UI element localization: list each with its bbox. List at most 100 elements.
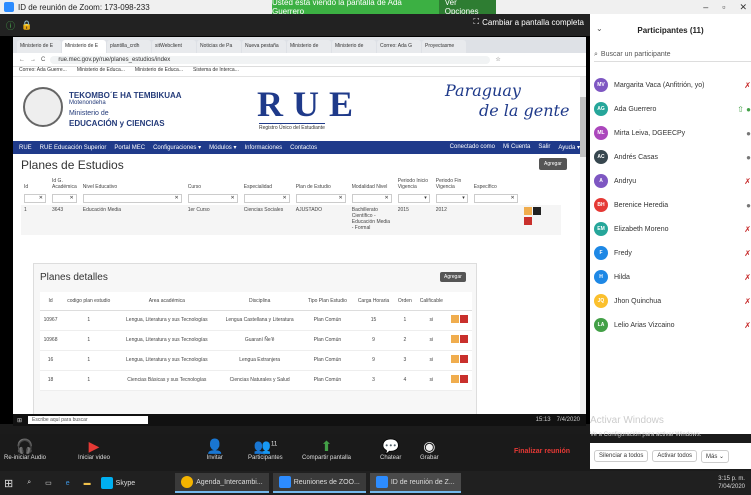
browser-tab[interactable]: Proyectasme [422, 40, 466, 53]
browser-tab[interactable]: Noticias de Pa [197, 40, 241, 53]
filter-input[interactable]: ▾ [435, 194, 468, 203]
browser-tab-active[interactable]: Ministerio de E [62, 40, 106, 53]
search-icon[interactable]: ⌕ [27, 479, 31, 487]
my-account-link[interactable]: Mi Cuenta [503, 144, 530, 151]
bookmark[interactable]: Correo: Ada Guerre... [19, 67, 67, 76]
participant-row[interactable]: MV Margarita Vaca (Anfitrión, yo) ✗ [594, 74, 751, 96]
back-icon[interactable]: ← [19, 57, 25, 63]
info-icon[interactable]: ⓘ [6, 19, 15, 32]
edit-icon[interactable] [451, 315, 460, 323]
chat-icon: 💬 [381, 438, 400, 454]
participant-search[interactable]: ⌕ Buscar un participante [594, 48, 751, 62]
minimize-icon[interactable]: – [703, 2, 708, 12]
scroll-thumb[interactable] [580, 97, 586, 157]
delete-icon[interactable] [460, 315, 469, 323]
taskbar-app-zoom-meetings[interactable]: Reuniones de ZOO... [272, 473, 366, 493]
edit-icon[interactable] [451, 375, 460, 383]
browser-tab[interactable]: plantilla_crdh [107, 40, 151, 53]
mic-icon: ● [746, 128, 751, 138]
participant-row[interactable]: AC Andrés Casas ● [594, 146, 751, 168]
star-icon[interactable]: ☆ [495, 56, 500, 63]
list-icon[interactable] [532, 207, 541, 215]
nav-item[interactable]: Módulos ▾ [209, 144, 236, 151]
close-icon[interactable]: ✕ [739, 2, 747, 13]
filter-input[interactable]: ✕ [52, 194, 77, 203]
maximize-icon[interactable]: ▫ [722, 2, 725, 12]
filter-input[interactable]: ✕ [82, 194, 182, 203]
participant-row[interactable]: BH Berenice Heredia ● [594, 194, 751, 216]
delete-icon[interactable] [460, 375, 469, 383]
video-button[interactable]: ▶ Iniciar video [78, 438, 110, 461]
participant-row[interactable]: JQ Jhon Quinchua ✗ [594, 290, 751, 312]
share-screen-button[interactable]: ⬆ Compartir pantalla [302, 438, 351, 461]
nav-item[interactable]: Informaciones [244, 145, 282, 151]
browser-tab[interactable]: Correo: Ada G [377, 40, 421, 53]
browser-tab[interactable]: Ministerio de E [17, 40, 61, 53]
page-scrollbar[interactable] [580, 77, 586, 414]
filter-input[interactable]: ✕ [351, 194, 392, 203]
bookmark[interactable]: Ministerio de Educa... [77, 67, 125, 76]
edit-icon[interactable] [451, 355, 460, 363]
participant-row[interactable]: H Hilda ✗ [594, 266, 751, 288]
unmute-all-button[interactable]: Activar todos [652, 450, 698, 462]
planes-detalles-panel: Planes detalles Agregar Id codigo plan e… [33, 263, 477, 414]
filter-input[interactable]: ✕ [24, 194, 46, 203]
filter-input[interactable]: ✕ [187, 194, 238, 203]
bookmark[interactable]: Sistema de Interca... [193, 67, 239, 76]
edit-icon[interactable] [523, 207, 532, 215]
mute-all-button[interactable]: Silenciar a todos [594, 450, 649, 462]
windows-start-icon[interactable]: ⊞ [4, 477, 13, 490]
column-header: Id [40, 292, 62, 311]
logged-in-label: Conectado como [449, 144, 496, 150]
filter-input[interactable]: ✕ [295, 194, 346, 203]
edge-icon[interactable]: e [66, 480, 70, 487]
help-menu[interactable]: Ayuda ▾ [558, 144, 580, 151]
gov-sub: Motenondeha [69, 100, 106, 106]
participant-row[interactable]: LA Lelio Arias Vizcaino ✗ [594, 314, 751, 336]
nav-item[interactable]: Contactos [290, 145, 317, 151]
browser-tab[interactable]: sitWebclient [152, 40, 196, 53]
taskbar-app-zoom-meeting-id[interactable]: ID de reunión de Z... [369, 473, 461, 493]
browser-tab[interactable]: Nueva pestaña [242, 40, 286, 53]
browser-tab[interactable]: Ministerio de [287, 40, 331, 53]
participant-row[interactable]: ML Mirta Leiva, DGEECPy ● [594, 122, 751, 144]
filter-input[interactable]: ✕ [473, 194, 518, 203]
delete-icon[interactable] [523, 217, 532, 225]
delete-icon[interactable] [460, 355, 469, 363]
end-meeting-button[interactable]: Finalizar reunión [514, 448, 570, 455]
file-explorer-icon[interactable]: ▬ [84, 480, 91, 487]
logout-link[interactable]: Salir [538, 144, 550, 151]
participant-row[interactable]: AG Ada Guerrero ⇧ ● [594, 98, 751, 120]
forward-icon[interactable]: → [30, 57, 36, 63]
taskbar-app-skype[interactable]: Skype [95, 473, 141, 493]
filter-input[interactable]: ✕ [243, 194, 290, 203]
participant-row[interactable]: EM Elizabeth Moreno ✗ [594, 218, 751, 240]
record-button[interactable]: ◉ Grabar [420, 438, 439, 461]
add-plan-button[interactable]: Agregar [539, 158, 567, 170]
bookmark[interactable]: Ministerio de Educa... [135, 67, 183, 76]
filter-input[interactable]: ▾ [397, 194, 430, 203]
delete-icon[interactable] [460, 335, 469, 343]
more-button[interactable]: Más ⌄ [701, 449, 730, 463]
add-detail-button[interactable]: Agregar [440, 272, 466, 282]
lock-icon[interactable]: 🔒 [21, 20, 32, 31]
avatar: JQ [594, 294, 608, 308]
participant-row[interactable]: F Fredy ✗ [594, 242, 751, 264]
system-clock[interactable]: 3:15 p. m. 7/04/2020 [718, 475, 751, 491]
reload-icon[interactable]: C [41, 57, 45, 63]
nav-item[interactable]: RUE Educación Superior [40, 145, 107, 151]
nav-item[interactable]: RUE [19, 145, 32, 151]
invite-button[interactable]: 👤 Invitar [206, 438, 223, 461]
participant-row[interactable]: A Andryu ✗ [594, 170, 751, 192]
task-view-icon[interactable]: ▭ [45, 479, 52, 487]
fullscreen-button[interactable]: ⛶ Cambiar a pantalla completa [474, 17, 584, 27]
chat-button[interactable]: 💬 Chatear [380, 438, 401, 461]
edit-icon[interactable] [451, 335, 460, 343]
nav-item[interactable]: Configuraciones ▾ [153, 144, 201, 151]
url-field[interactable]: rue.mec.gov.py/rue/planes_estudios/index [50, 55, 491, 64]
nav-item[interactable]: Portal MEC [114, 145, 145, 151]
participants-button[interactable]: 👥11 Participantes [248, 438, 283, 461]
taskbar-app-chrome[interactable]: Agenda_Intercambi... [175, 473, 269, 493]
browser-tab[interactable]: Ministerio de [332, 40, 376, 53]
audio-button[interactable]: 🎧 Re-iniciar Audio [4, 438, 46, 461]
